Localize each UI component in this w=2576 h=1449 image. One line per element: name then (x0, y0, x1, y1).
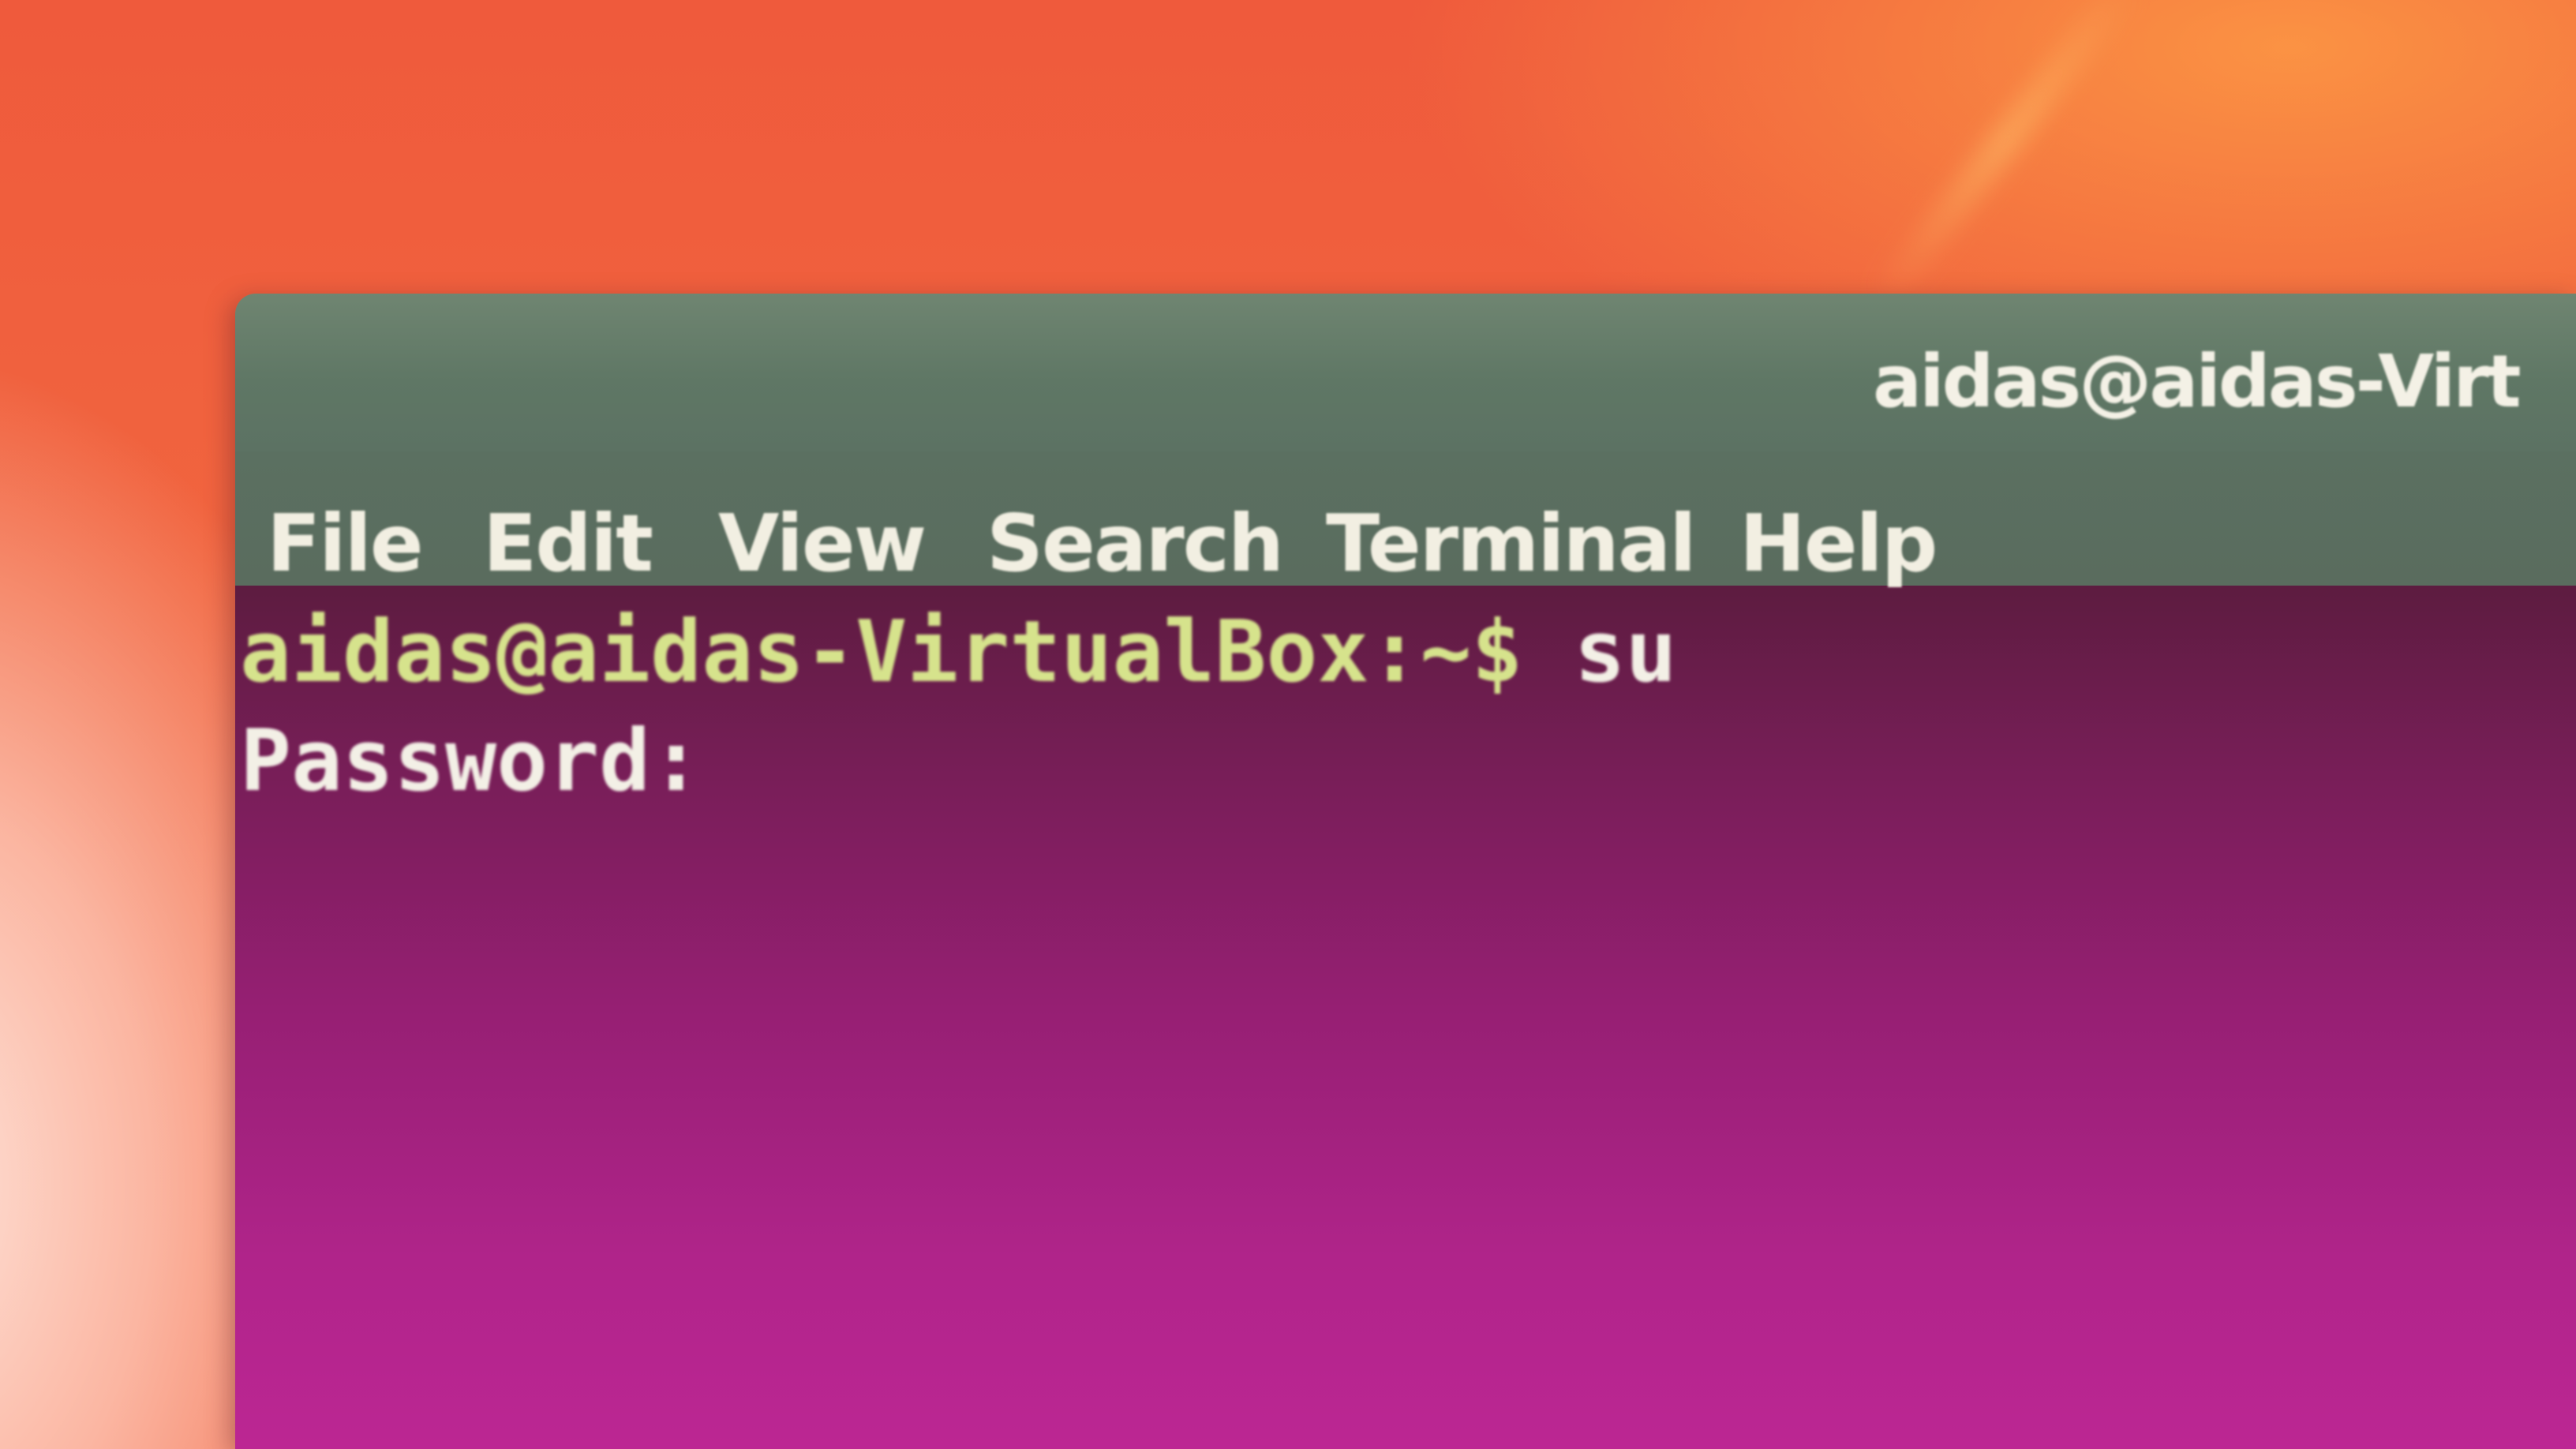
window-title: aidas@aidas-Virt (1873, 339, 2522, 424)
menu-item-view[interactable]: View (718, 497, 927, 590)
title-bar[interactable]: aidas@aidas-Virt (235, 294, 2576, 451)
wallpaper-light-streak (1866, 0, 2144, 314)
terminal-window: aidas@aidas-Virt aidas@aidas-VirtualBox:… (235, 294, 2576, 1449)
menu-item-help[interactable]: Help (1739, 497, 1938, 590)
menu-item-file[interactable]: File (267, 497, 424, 590)
menu-item-search[interactable]: Search (987, 497, 1284, 590)
typed-command: su (1522, 603, 1677, 702)
terminal-body[interactable]: aidas@aidas-VirtualBox:~$ su Password: (235, 586, 2576, 1449)
password-prompt[interactable]: Password: (240, 712, 702, 811)
menu-item-edit[interactable]: Edit (483, 497, 653, 590)
shell-prompt: aidas@aidas-VirtualBox:~$ (240, 603, 1523, 702)
terminal-line-command: aidas@aidas-VirtualBox:~$ su (240, 603, 1677, 702)
menu-item-terminal[interactable]: Terminal (1326, 497, 1696, 590)
